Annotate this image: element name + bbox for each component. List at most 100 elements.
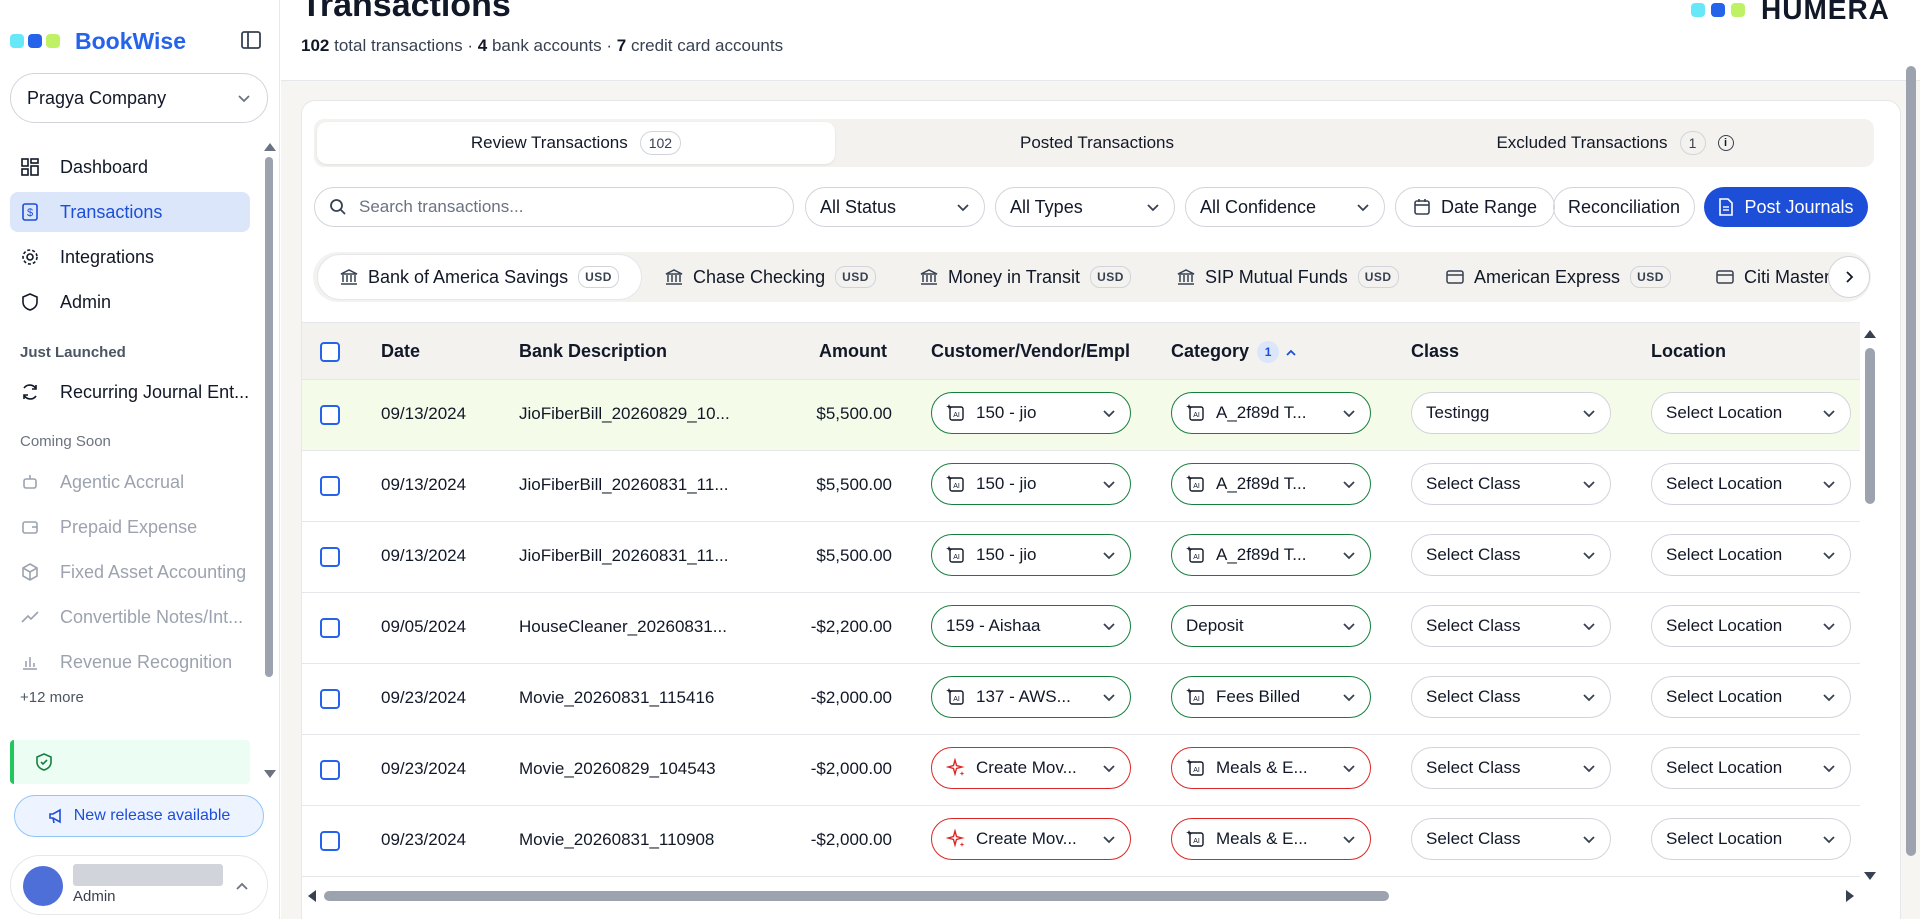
page-scrollbar[interactable]: [1906, 66, 1916, 856]
svg-text:AI: AI: [953, 483, 960, 490]
account-tab-citi[interactable]: Citi Master: [1716, 254, 1830, 300]
accounts-next-button[interactable]: [1828, 256, 1870, 298]
nav-agentic-accrual[interactable]: Agentic Accrual: [10, 462, 250, 502]
account-tab-amex[interactable]: American Express USD: [1446, 254, 1671, 300]
location-select[interactable]: Select Location: [1651, 676, 1851, 718]
table-row[interactable]: 09/13/2024 JioFiberBill_20260831_11... $5,…: [302, 522, 1860, 593]
info-icon[interactable]: i: [1717, 135, 1734, 151]
vendor-select[interactable]: 159 - Aishaa: [931, 605, 1131, 647]
select-all-checkbox[interactable]: [320, 342, 340, 362]
col-date[interactable]: Date: [381, 341, 420, 362]
col-bank-description[interactable]: Bank Description: [519, 341, 667, 362]
nav-convertible-notes[interactable]: Convertible Notes/Int...: [10, 597, 250, 637]
status-filter[interactable]: All Status: [805, 187, 985, 227]
scroll-right-icon[interactable]: [1846, 890, 1854, 902]
vendor-select[interactable]: Create Mov...: [931, 818, 1131, 860]
tab-review[interactable]: Review Transactions 102: [317, 122, 835, 164]
nav-prepaid-expense[interactable]: Prepaid Expense: [10, 507, 250, 547]
reconciliation-button[interactable]: Reconciliation: [1553, 187, 1695, 227]
account-tab-money-transit[interactable]: Money in Transit USD: [920, 254, 1131, 300]
row-checkbox[interactable]: [320, 689, 340, 709]
nav-revenue-recognition[interactable]: Revenue Recognition: [10, 642, 250, 682]
class-select[interactable]: Select Class: [1411, 818, 1611, 860]
row-checkbox[interactable]: [320, 760, 340, 780]
col-amount[interactable]: Amount: [819, 341, 887, 362]
col-location[interactable]: Location: [1651, 341, 1726, 362]
row-checkbox[interactable]: [320, 476, 340, 496]
ai-sparkle-icon: AI: [1186, 546, 1204, 563]
horizontal-scroll-thumb[interactable]: [324, 891, 1389, 901]
table-row[interactable]: 09/13/2024 JioFiberBill_20260831_11... $5,…: [302, 451, 1860, 522]
col-class[interactable]: Class: [1411, 341, 1459, 362]
vendor-select[interactable]: AI 137 - AWS...: [931, 676, 1131, 718]
date-range-button[interactable]: Date Range: [1395, 187, 1555, 227]
location-select[interactable]: Select Location: [1651, 747, 1851, 789]
table-row[interactable]: 09/23/2024 Movie_20260831_115416 -$2,000.0…: [302, 664, 1860, 735]
category-select[interactable]: AI Fees Billed: [1171, 676, 1371, 718]
table-row[interactable]: 09/23/2024 Movie_20260831_110908 -$2,000.0…: [302, 806, 1860, 877]
account-tab-boa[interactable]: Bank of America Savings USD: [317, 254, 642, 300]
search-box[interactable]: [314, 187, 794, 227]
sidebar-collapse-icon[interactable]: [240, 30, 266, 54]
sidebar-scroll-down-icon[interactable]: [264, 770, 276, 778]
class-select[interactable]: Select Class: [1411, 676, 1611, 718]
row-checkbox[interactable]: [320, 618, 340, 638]
category-select[interactable]: AI A_2f89d T...: [1171, 463, 1371, 505]
more-link[interactable]: +12 more: [20, 689, 84, 706]
trend-icon: [20, 607, 40, 627]
col-category[interactable]: Category 1: [1171, 341, 1297, 364]
class-select[interactable]: Select Class: [1411, 534, 1611, 576]
class-select[interactable]: Select Class: [1411, 747, 1611, 789]
category-select[interactable]: AI Meals & E...: [1171, 818, 1371, 860]
search-input[interactable]: [359, 197, 759, 217]
row-checkbox[interactable]: [320, 405, 340, 425]
cell-date: 09/05/2024: [381, 617, 467, 636]
class-select[interactable]: Testingg: [1411, 392, 1611, 434]
category-select[interactable]: AI A_2f89d T...: [1171, 392, 1371, 434]
account-tab-sip[interactable]: SIP Mutual Funds USD: [1177, 254, 1399, 300]
location-select[interactable]: Select Location: [1651, 463, 1851, 505]
confidence-filter[interactable]: All Confidence: [1185, 187, 1385, 227]
row-checkbox[interactable]: [320, 831, 340, 851]
post-journals-button[interactable]: Post Journals: [1704, 187, 1868, 227]
location-select[interactable]: Select Location: [1651, 605, 1851, 647]
category-select[interactable]: Deposit: [1171, 605, 1371, 647]
vendor-select[interactable]: AI 150 - jio: [931, 534, 1131, 576]
table-scroll-down-icon[interactable]: [1864, 872, 1876, 880]
category-select[interactable]: AI A_2f89d T...: [1171, 534, 1371, 576]
horizontal-scrollbar[interactable]: [302, 886, 1860, 906]
table-row[interactable]: 09/23/2024 Movie_20260829_104543 -$2,000.0…: [302, 735, 1860, 806]
category-select[interactable]: AI Meals & E...: [1171, 747, 1371, 789]
table-scroll-up-icon[interactable]: [1864, 330, 1876, 338]
user-menu[interactable]: Admin: [10, 855, 268, 915]
table-row[interactable]: 09/13/2024 JioFiberBill_20260829_10... $5,…: [302, 380, 1860, 451]
tab-excluded[interactable]: Excluded Transactions 1 i: [1356, 119, 1874, 167]
col-customer-vendor[interactable]: Customer/Vendor/Empl: [931, 341, 1130, 362]
sidebar-scrollbar[interactable]: [265, 157, 273, 677]
location-select[interactable]: Select Location: [1651, 534, 1851, 576]
vendor-select[interactable]: AI 150 - jio: [931, 463, 1131, 505]
company-selector[interactable]: Pragya Company: [10, 73, 268, 123]
class-select[interactable]: Select Class: [1411, 605, 1611, 647]
scroll-left-icon[interactable]: [308, 890, 316, 902]
vendor-select[interactable]: Create Mov...: [931, 747, 1131, 789]
table-row[interactable]: 09/05/2024 HouseCleaner_20260831... -$2,20…: [302, 593, 1860, 664]
location-select[interactable]: Select Location: [1651, 818, 1851, 860]
account-tab-chase[interactable]: Chase Checking USD: [665, 254, 876, 300]
vendor-select[interactable]: AI 150 - jio: [931, 392, 1131, 434]
nav-fixed-asset[interactable]: Fixed Asset Accounting: [10, 552, 250, 592]
row-checkbox[interactable]: [320, 547, 340, 567]
new-release-button[interactable]: New release available: [14, 795, 264, 837]
sidebar-scroll-up-icon[interactable]: [264, 143, 276, 151]
class-select[interactable]: Select Class: [1411, 463, 1611, 505]
nav-recurring-journal[interactable]: Recurring Journal Ent...: [10, 372, 250, 412]
tab-posted[interactable]: Posted Transactions: [838, 119, 1356, 167]
nav-integrations[interactable]: Integrations: [10, 237, 250, 277]
nav-dashboard[interactable]: Dashboard: [10, 147, 250, 187]
table-vertical-scrollbar[interactable]: [1865, 348, 1875, 504]
nav-admin[interactable]: Admin: [10, 282, 250, 322]
location-select[interactable]: Select Location: [1651, 392, 1851, 434]
types-filter[interactable]: All Types: [995, 187, 1175, 227]
nav-transactions[interactable]: $ Transactions: [10, 192, 250, 232]
chevron-up-icon: [236, 882, 248, 890]
